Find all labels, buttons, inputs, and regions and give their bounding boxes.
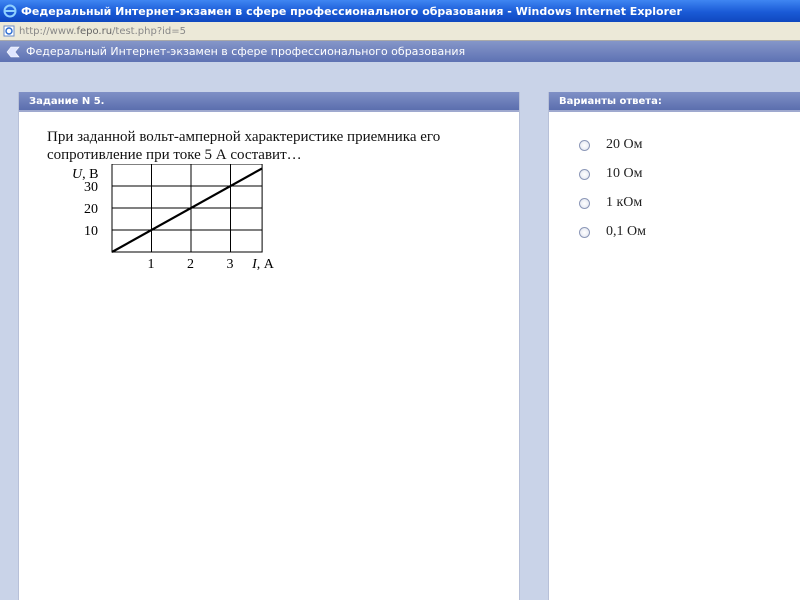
vi-characteristic-chart: 1 2 3 10 20 30U, В I, А — [72, 164, 275, 272]
address-bar[interactable]: http://www.fepo.ru/test.php?id=5 — [0, 22, 800, 41]
y-axis-label: U, В — [72, 167, 98, 182]
answers-header: Варианты ответа: — [549, 92, 800, 112]
x-axis-label: I, А — [251, 257, 275, 272]
address-url[interactable]: http://www.fepo.ru/test.php?id=5 — [19, 26, 186, 37]
answers-panel: Варианты ответа: 20 Ом 10 Ом 1 кОм 0,1 О… — [548, 92, 800, 600]
site-logo-icon — [6, 46, 20, 58]
x-tick-label: 1 — [148, 257, 155, 272]
answer-option-2[interactable]: 10 Ом — [579, 166, 642, 182]
y-tick-label: 10 — [84, 224, 98, 239]
window-title: Федеральный Интернет-экзамен в сфере про… — [21, 4, 682, 18]
radio-button[interactable] — [579, 168, 590, 180]
answer-label: 10 Ом — [606, 166, 643, 181]
x-tick-label: 2 — [187, 257, 194, 272]
internet-explorer-icon — [3, 4, 17, 18]
site-header: Федеральный Интернет-экзамен в сфере про… — [0, 41, 800, 62]
question-header: Задание N 5. — [19, 92, 519, 112]
answer-option-4[interactable]: 0,1 Ом — [579, 224, 646, 240]
question-panel: Задание N 5. При заданной вольт-амперной… — [18, 92, 520, 600]
answer-label: 0,1 Ом — [606, 224, 646, 239]
radio-button[interactable] — [579, 139, 590, 151]
y-tick-label: 20 — [84, 202, 98, 217]
answer-option-1[interactable]: 20 Ом — [579, 137, 642, 153]
page-icon — [3, 25, 15, 37]
window-titlebar: Федеральный Интернет-экзамен в сфере про… — [0, 0, 800, 22]
question-text: При заданной вольт-амперной характеристи… — [47, 129, 441, 163]
x-tick-label: 3 — [227, 257, 234, 272]
y-tick-label: 30 — [84, 180, 98, 195]
radio-button[interactable] — [579, 197, 590, 209]
site-title: Федеральный Интернет-экзамен в сфере про… — [26, 45, 466, 58]
answer-option-3[interactable]: 1 кОм — [579, 195, 642, 211]
radio-button[interactable] — [579, 226, 590, 238]
characteristic-line — [111, 167, 263, 253]
answer-label: 1 кОм — [606, 195, 643, 210]
answer-label: 20 Ом — [606, 137, 643, 152]
